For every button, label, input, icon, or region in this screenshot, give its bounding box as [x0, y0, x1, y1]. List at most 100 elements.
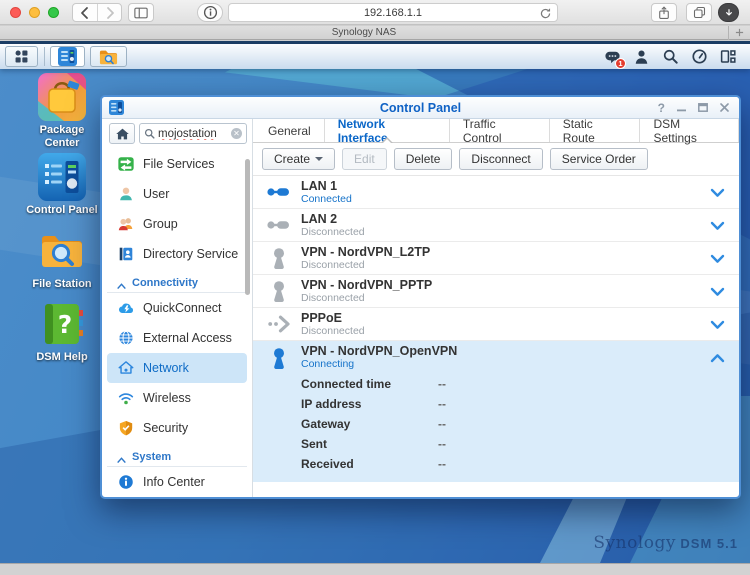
home-icon [115, 127, 130, 141]
refresh-icon [539, 7, 552, 20]
file-services-icon [117, 155, 135, 173]
gauge-icon [691, 48, 708, 65]
forward-button[interactable] [97, 4, 121, 21]
tab-dsm-settings[interactable]: DSM Settings [640, 119, 739, 142]
sidebar-section-connectivity[interactable]: Connectivity [107, 271, 247, 293]
share-button[interactable] [651, 3, 677, 22]
browser-bottom-edge [0, 563, 750, 575]
widgets-button[interactable] [718, 47, 738, 67]
interface-row-lan1[interactable]: LAN 1 Connected [253, 176, 739, 209]
sidebar-section-label: Connectivity [132, 277, 198, 289]
sidebar-item-network[interactable]: Network [107, 353, 247, 383]
sidebar-item-external-access[interactable]: External Access [107, 323, 247, 353]
chevron-down-icon[interactable] [710, 254, 725, 264]
window-minimize-button[interactable] [677, 103, 686, 112]
zoom-window-button[interactable] [48, 7, 59, 18]
interface-status: Disconnected [301, 292, 432, 305]
window-help-button[interactable]: ? [658, 102, 665, 114]
collapse-icon [117, 283, 126, 289]
sidebar-item-label: Group [143, 217, 178, 231]
home-button[interactable] [109, 123, 135, 144]
sidebar-item-security[interactable]: Security [107, 413, 247, 443]
detail-row: Sent -- [253, 434, 739, 454]
control-panel-sidebar: mojostation ✕ File Services User [102, 119, 253, 497]
group-icon [117, 215, 135, 233]
dsm-watermark: Synology DSM 5.1 [593, 533, 738, 553]
interface-row-vpn-pptp[interactable]: VPN - NordVPN_PPTP Disconnected [253, 275, 739, 308]
user-options-button[interactable] [631, 47, 651, 67]
watermark-version: DSM 5.1 [680, 536, 738, 551]
interface-row-pppoe[interactable]: PPPoE Disconnected [253, 308, 739, 341]
service-order-button[interactable]: Service Order [550, 148, 648, 170]
watermark-brand: Synology [593, 533, 676, 553]
minimize-window-button[interactable] [29, 7, 40, 18]
desktop-icon-control-panel[interactable]: Control Panel [19, 153, 105, 217]
quickconnect-icon [117, 299, 135, 317]
sidebar-item-info-center[interactable]: Info Center [107, 467, 247, 497]
desktop-icon-package-center[interactable]: Package Center [19, 73, 105, 149]
window-close-button[interactable] [720, 103, 729, 112]
delete-button[interactable]: Delete [394, 148, 453, 170]
search-button[interactable] [660, 47, 680, 67]
privacy-report-button[interactable] [197, 3, 223, 22]
back-button[interactable] [73, 4, 97, 21]
notifications-button[interactable]: 1 [602, 47, 622, 67]
sidebar-item-group[interactable]: Group [107, 209, 247, 239]
desktop-icon-file-station[interactable]: File Station [19, 227, 105, 291]
interface-name: VPN - NordVPN_OpenVPN [301, 344, 457, 358]
sidebar-item-label: Network [143, 361, 189, 375]
chevron-down-icon[interactable] [710, 188, 725, 198]
new-tab-button[interactable] [728, 26, 750, 40]
search-icon [662, 48, 679, 65]
interface-expanded-openvpn: VPN - NordVPN_OpenVPN Connecting Connect… [253, 341, 739, 482]
pilot-view-button[interactable] [689, 47, 709, 67]
sidebar-item-label: Directory Service [143, 247, 238, 261]
taskbar-app-file-station[interactable] [90, 46, 127, 67]
create-button[interactable]: Create [262, 148, 335, 170]
package-center-icon [38, 73, 86, 121]
tab-traffic-control[interactable]: Traffic Control [450, 119, 550, 142]
sidebar-item-directory-service[interactable]: Directory Service [107, 239, 247, 269]
chevron-down-icon[interactable] [710, 287, 725, 297]
url-text: 192.168.1.1 [364, 7, 422, 19]
interface-list: LAN 1 Connected LAN 2 Disconnected [253, 176, 739, 497]
chevron-down-icon[interactable] [710, 320, 725, 330]
taskbar-app-control-panel[interactable] [50, 46, 85, 67]
sidebar-toggle-button[interactable] [128, 3, 154, 22]
sidebar-item-file-services[interactable]: File Services [107, 149, 247, 179]
chevron-up-icon[interactable] [710, 353, 725, 363]
interface-name: VPN - NordVPN_PPTP [301, 278, 432, 292]
tab-network-interface[interactable]: Network Interface [325, 119, 450, 142]
sidebar-icon [133, 6, 149, 20]
tab-static-route[interactable]: Static Route [550, 119, 641, 142]
sidebar-item-user[interactable]: User [107, 179, 247, 209]
sidebar-item-label: File Services [143, 157, 215, 171]
interface-row-vpn-l2tp[interactable]: VPN - NordVPN_L2TP Disconnected [253, 242, 739, 275]
sidebar-item-wireless[interactable]: Wireless [107, 383, 247, 413]
close-window-button[interactable] [10, 7, 21, 18]
desktop-icon-dsm-help[interactable]: ? DSM Help [19, 300, 105, 364]
address-bar[interactable]: 192.168.1.1 [228, 3, 558, 22]
edit-button[interactable]: Edit [342, 148, 387, 170]
interface-row-lan2[interactable]: LAN 2 Disconnected [253, 209, 739, 242]
window-maximize-button[interactable] [698, 103, 708, 112]
sidebar-item-label: Security [143, 421, 188, 435]
file-station-app-icon [98, 48, 119, 66]
disconnect-button[interactable]: Disconnect [459, 148, 542, 170]
sidebar-scrollbar[interactable] [245, 159, 250, 295]
detail-row: Connected time -- [253, 374, 739, 394]
interface-row-vpn-openvpn[interactable]: VPN - NordVPN_OpenVPN Connecting [253, 341, 739, 374]
clear-search-button[interactable]: ✕ [231, 128, 242, 139]
main-menu-button[interactable] [5, 46, 38, 67]
vpn-icon [266, 278, 292, 304]
tab-overview-button[interactable] [686, 3, 712, 22]
chevron-down-icon[interactable] [710, 221, 725, 231]
downloads-button[interactable] [718, 3, 739, 22]
download-icon [723, 7, 735, 19]
search-input[interactable]: mojostation ✕ [139, 123, 247, 144]
sidebar-section-system[interactable]: System [107, 445, 247, 467]
refresh-button[interactable] [539, 7, 552, 20]
sidebar-item-quickconnect[interactable]: QuickConnect [107, 293, 247, 323]
browser-tab[interactable]: Synology NAS [0, 27, 728, 38]
tab-general[interactable]: General [255, 119, 325, 142]
